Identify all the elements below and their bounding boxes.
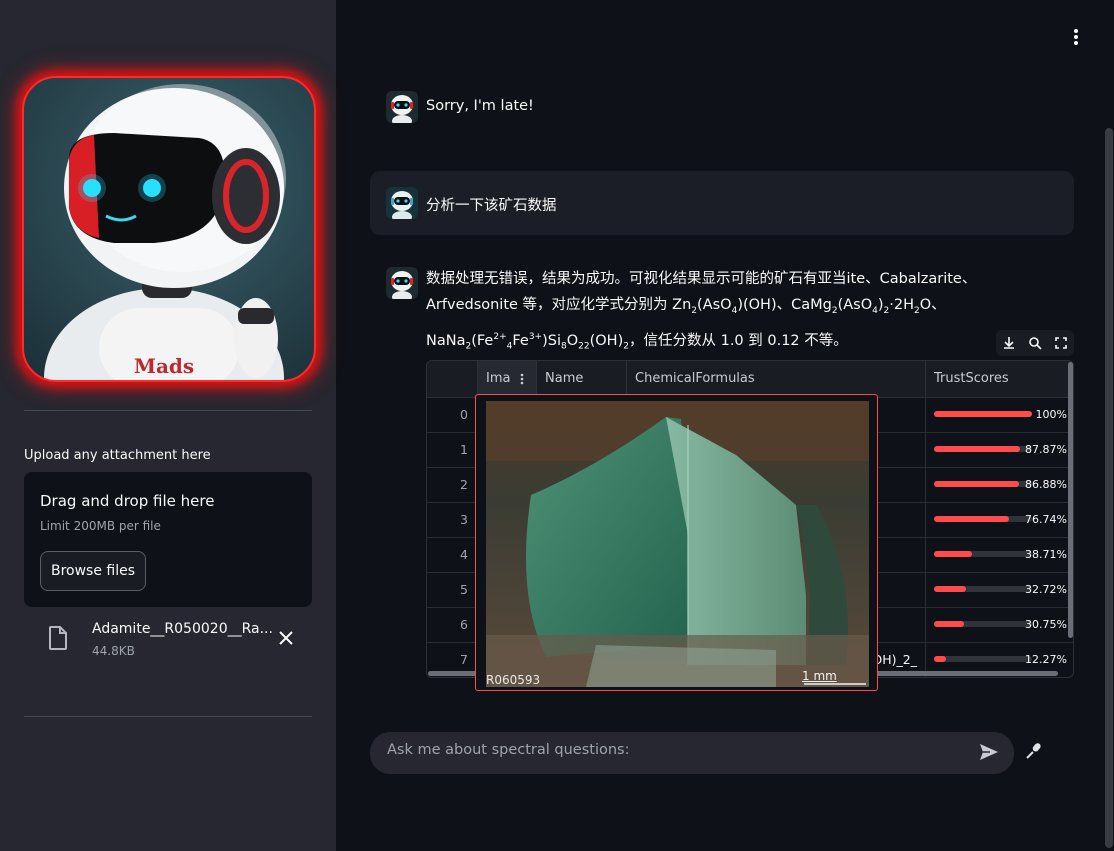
trust-score-cell[interactable]: 76.74% <box>926 502 1073 537</box>
chat-input-placeholder: Ask me about spectral questions: <box>387 742 630 758</box>
result-line-1: 数据处理无错误，结果为成功。可视化结果显示可能的矿石有亚当ite、Cabalza… <box>426 271 977 287</box>
assistant-message-text: Sorry, I'm late! <box>426 98 534 114</box>
row-index: 2 <box>427 467 477 502</box>
file-dropzone[interactable]: Drag and drop file here Limit 200MB per … <box>24 472 312 607</box>
trust-score-fill <box>934 586 967 592</box>
column-header-chemical-formulas[interactable]: ChemicalFormulas <box>627 361 926 397</box>
browse-files-button[interactable]: Browse files <box>40 551 146 591</box>
sidebar-divider-bottom <box>24 716 312 717</box>
trust-score-bar <box>934 621 1032 627</box>
mineral-image-preview: R060593 1 mm <box>475 394 878 691</box>
trust-score-label: 30.75% <box>1025 618 1067 631</box>
row-index: 6 <box>427 607 477 642</box>
trust-score-fill <box>934 516 1010 522</box>
column-header-trust-scores[interactable]: TrustScores <box>926 361 1073 397</box>
user-message-text: 分析一下该矿石数据 <box>426 198 557 214</box>
dataframe-vertical-scrollbar[interactable] <box>1068 362 1073 638</box>
file-name: Adamite__R050020__Ra... <box>92 621 273 637</box>
row-index: 0 <box>427 397 477 432</box>
row-index: 5 <box>427 572 477 607</box>
trust-score-fill <box>934 656 947 662</box>
trust-score-cell[interactable]: 100% <box>926 397 1073 432</box>
sidebar: Mads Upload any attachment here Drag and… <box>0 0 336 851</box>
trust-score-bar <box>934 446 1032 452</box>
file-size: 44.8KB <box>92 644 135 658</box>
trust-score-bar <box>934 516 1032 522</box>
microphone-icon[interactable] <box>1024 741 1044 761</box>
remove-file-icon[interactable] <box>278 630 294 646</box>
trust-score-cell[interactable]: 32.72% <box>926 572 1073 607</box>
trust-score-cell[interactable]: 86.88% <box>926 467 1073 502</box>
trust-score-bar <box>934 586 1032 592</box>
trust-score-fill <box>934 446 1021 452</box>
dataframe-header: Ima Name ChemicalFormulas TrustScores <box>427 361 1073 398</box>
index-header <box>427 361 478 397</box>
column-menu-icon[interactable] <box>520 373 524 385</box>
avatar-brand-text: Mads <box>134 354 194 378</box>
trust-score-fill <box>934 621 965 627</box>
fullscreen-icon[interactable] <box>1053 335 1069 351</box>
result-line-3: NaNa2(Fe2+4Fe3+)Si8O22(OH)2，信任分数从 1.0 到 … <box>426 331 848 352</box>
upload-label: Upload any attachment here <box>24 448 211 463</box>
trust-score-cell[interactable]: 30.75% <box>926 607 1073 642</box>
uploaded-file: Adamite__R050020__Ra... 44.8KB <box>24 618 312 668</box>
file-icon <box>49 626 67 650</box>
assistant-avatar <box>386 91 418 123</box>
dataframe-toolbar <box>996 330 1074 356</box>
dropzone-limit: Limit 200MB per file <box>40 519 161 533</box>
trust-score-fill <box>934 551 972 557</box>
bot-avatar-image: Mads <box>22 76 316 382</box>
search-icon[interactable] <box>1027 335 1043 351</box>
trust-score-bar <box>934 481 1032 487</box>
trust-score-label: 100% <box>1035 408 1067 421</box>
page-scrollbar[interactable] <box>1105 128 1113 848</box>
row-index: 3 <box>427 502 477 537</box>
send-icon[interactable] <box>978 741 1000 763</box>
trust-score-cell[interactable]: 38.71% <box>926 537 1073 572</box>
row-index: 1 <box>427 432 477 467</box>
dropzone-title: Drag and drop file here <box>40 492 215 510</box>
result-line-2: Arfvedsonite 等，对应化学式分别为 Zn2(AsO4)(OH)、Ca… <box>426 297 946 316</box>
mineral-photo <box>486 401 869 687</box>
assistant-avatar-2 <box>386 267 418 299</box>
row-index: 4 <box>427 537 477 572</box>
column-header-name[interactable]: Name <box>537 361 627 397</box>
sidebar-divider-top <box>24 410 312 411</box>
trust-score-fill <box>934 411 1032 417</box>
trust-score-bar <box>934 551 1032 557</box>
trust-score-bar <box>934 656 1032 662</box>
trust-score-label: 86.88% <box>1025 478 1067 491</box>
trust-score-label: 38.71% <box>1025 548 1067 561</box>
download-icon[interactable] <box>1001 335 1017 351</box>
main-menu-icon[interactable] <box>1066 27 1086 47</box>
user-avatar <box>386 187 418 219</box>
analysis-result-text: 数据处理无错误，结果为成功。可视化结果显示可能的矿石有亚当ite、Cabalza… <box>426 266 1066 360</box>
trust-score-label: 32.72% <box>1025 583 1067 596</box>
scale-bar-label: 1 mm <box>802 669 837 683</box>
trust-score-label: 87.87% <box>1025 443 1067 456</box>
trust-score-label: 76.74% <box>1025 513 1067 526</box>
trust-score-cell[interactable]: 87.87% <box>926 432 1073 467</box>
trust-score-fill <box>934 481 1020 487</box>
sample-id-label: R060593 <box>486 673 541 687</box>
trust-score-bar <box>934 411 1032 417</box>
column-header-image[interactable]: Ima <box>478 361 537 397</box>
